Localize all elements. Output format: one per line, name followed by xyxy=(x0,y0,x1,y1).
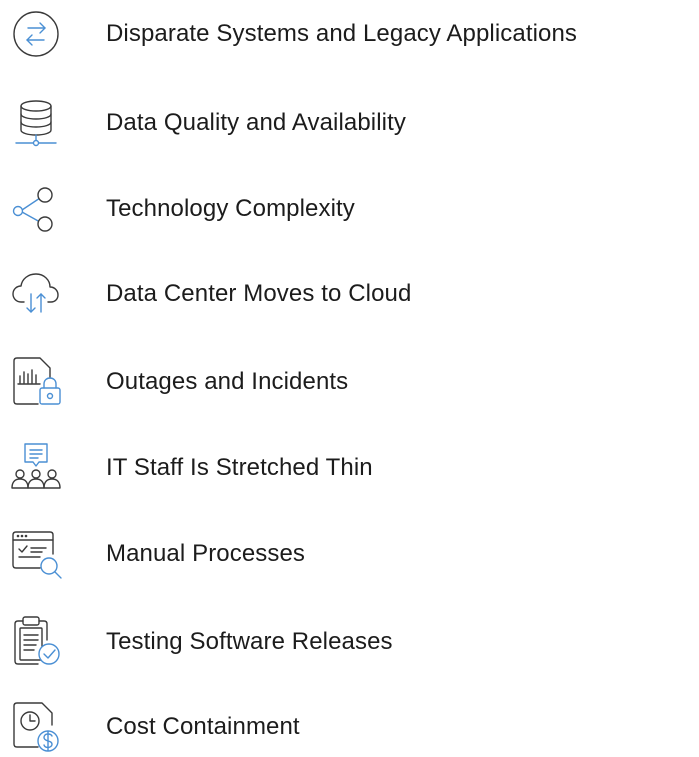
clock-dollar-icon xyxy=(10,701,62,753)
item-label: Cost Containment xyxy=(106,713,300,740)
database-icon xyxy=(10,97,62,149)
item-label: Data Quality and Availability xyxy=(106,109,406,136)
item-label: Technology Complexity xyxy=(106,195,355,222)
item-label: Data Center Moves to Cloud xyxy=(106,280,412,307)
list-item: Disparate Systems and Legacy Application… xyxy=(0,4,699,64)
arrows-exchange-icon xyxy=(10,8,62,60)
cloud-transfer-icon xyxy=(10,268,62,320)
list-item: Data Center Moves to Cloud xyxy=(0,264,699,324)
list-item: Outages and Incidents xyxy=(0,352,699,412)
clipboard-check-icon xyxy=(10,616,62,668)
list-item: Data Quality and Availability xyxy=(0,93,699,153)
item-label: Disparate Systems and Legacy Application… xyxy=(106,20,578,47)
list-item: Cost Containment xyxy=(0,697,699,757)
list-item: Testing Software Releases xyxy=(0,612,699,672)
share-nodes-icon xyxy=(10,183,62,235)
list-item: Technology Complexity xyxy=(0,179,699,239)
checklist-search-icon xyxy=(10,528,62,580)
item-label: Outages and Incidents xyxy=(106,368,349,395)
challenge-list: Disparate Systems and Legacy Application… xyxy=(0,0,699,756)
item-label: IT Staff Is Stretched Thin xyxy=(106,454,373,481)
item-label: Manual Processes xyxy=(106,540,306,567)
report-lock-icon xyxy=(10,356,62,408)
list-item: IT Staff Is Stretched Thin xyxy=(0,438,699,498)
team-chat-icon xyxy=(10,442,62,494)
item-label: Testing Software Releases xyxy=(106,628,393,655)
list-item: Manual Processes xyxy=(0,524,699,584)
